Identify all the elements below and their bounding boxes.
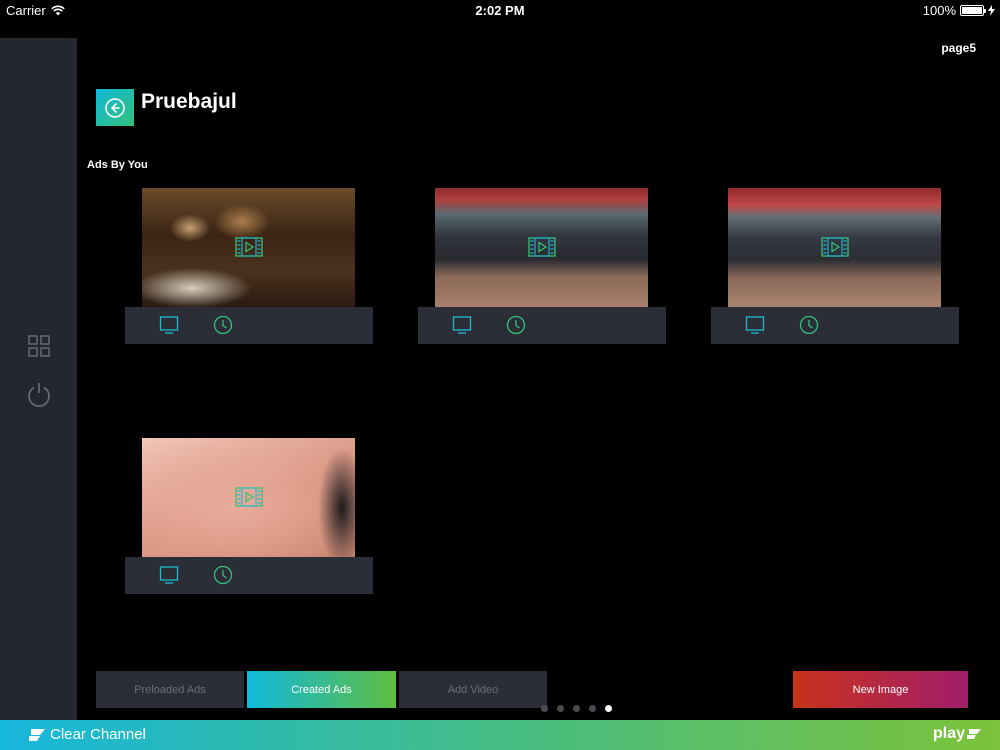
ad-thumbnail[interactable]: [728, 188, 941, 307]
page-dot[interactable]: [589, 705, 596, 712]
clear-channel-logo: Clear Channel: [28, 726, 146, 743]
sidebar: [0, 38, 77, 720]
page-title: Pruebajul: [141, 90, 237, 113]
ad-action-bar: [418, 307, 666, 344]
page-dot[interactable]: [605, 705, 612, 712]
clock-icon[interactable]: [506, 315, 526, 335]
page-dot[interactable]: [541, 705, 548, 712]
screen-icon[interactable]: [159, 565, 179, 585]
play-brand-icon: [967, 729, 981, 739]
grid-icon[interactable]: [26, 333, 52, 359]
charging-icon: [988, 5, 995, 16]
ad-action-bar: [711, 307, 959, 344]
ad-card: [125, 188, 373, 345]
play-logo: play: [933, 725, 982, 743]
screen-icon[interactable]: [452, 315, 472, 335]
pagination-dots: [541, 705, 612, 712]
clock-icon[interactable]: [213, 315, 233, 335]
back-button[interactable]: [96, 89, 134, 126]
app-name: play: [932, 725, 965, 742]
ad-card: [711, 188, 959, 345]
battery-percent: 100%: [922, 3, 956, 18]
clock: 2:02 PM: [475, 3, 525, 18]
tab-add-video[interactable]: Add Video: [399, 671, 547, 708]
brand-name: Clear Channel: [50, 726, 146, 743]
clock-icon[interactable]: [213, 565, 233, 585]
page-indicator-label: page5: [941, 41, 976, 55]
tab-created-ads[interactable]: Created Ads: [247, 671, 396, 708]
clock-icon[interactable]: [799, 315, 819, 335]
arrow-left-circle-icon: [105, 97, 125, 118]
video-film-icon: [528, 237, 556, 257]
page-dot[interactable]: [557, 705, 564, 712]
video-film-icon: [235, 487, 263, 507]
battery-icon: [960, 5, 986, 16]
ad-thumbnail[interactable]: [142, 188, 355, 307]
status-bar: Carrier 2:02 PM 100%: [0, 0, 1000, 22]
ad-card: [418, 188, 666, 345]
screen-icon[interactable]: [745, 315, 765, 335]
ad-action-bar: [125, 557, 373, 594]
power-icon[interactable]: [26, 381, 52, 407]
video-film-icon: [821, 237, 849, 257]
new-image-button[interactable]: New Image: [793, 671, 968, 708]
tab-preloaded-ads[interactable]: Preloaded Ads: [96, 671, 244, 708]
ad-thumbnail[interactable]: [435, 188, 648, 307]
clear-channel-icon: [29, 728, 45, 741]
battery-indicator: 100%: [923, 3, 995, 18]
ad-thumbnail[interactable]: [142, 438, 355, 557]
video-film-icon: [235, 237, 263, 257]
screen-icon[interactable]: [159, 315, 179, 335]
ad-card: [125, 438, 373, 595]
ad-action-bar: [125, 307, 373, 344]
page-dot[interactable]: [573, 705, 580, 712]
footer-bar: Clear Channel play: [0, 720, 1000, 750]
section-label: Ads By You: [87, 159, 148, 171]
